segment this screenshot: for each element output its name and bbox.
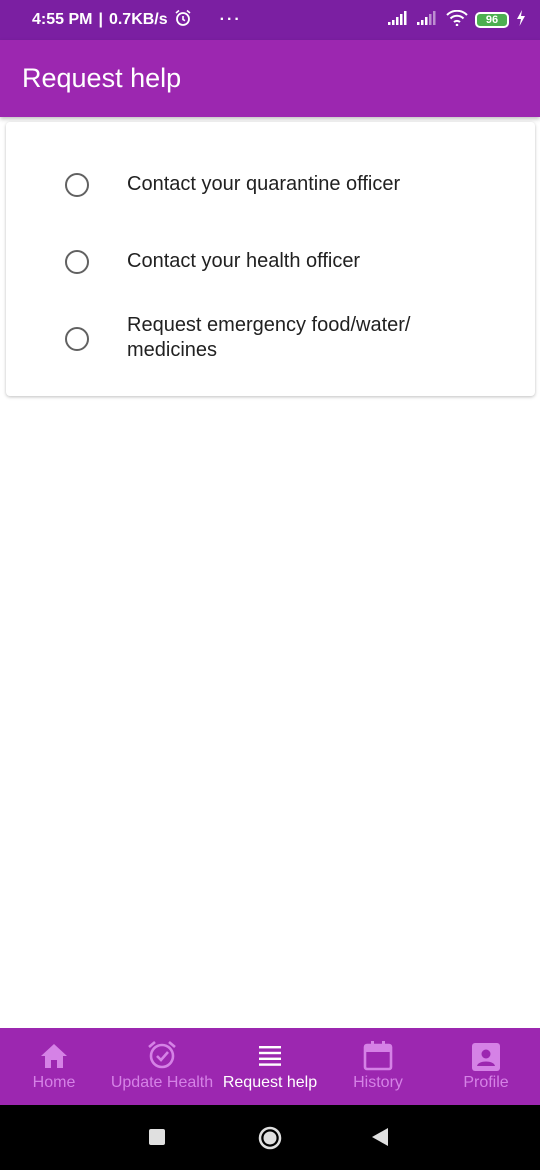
option-label: Contact your quarantine officer [127, 173, 401, 195]
status-separator: | [98, 11, 103, 28]
app-bar: Request help [0, 40, 540, 117]
nav-item-history[interactable]: History [324, 1028, 432, 1105]
help-options-card: Contact your quarantine officer Contact … [6, 122, 535, 396]
nav-label: Home [32, 1074, 76, 1091]
signal-icon [388, 10, 410, 30]
page-title: Request help [22, 63, 182, 93]
option-contact-health-officer[interactable]: Contact your health officer [6, 249, 535, 275]
radio-button[interactable] [65, 250, 89, 274]
battery-icon: 96 [475, 12, 509, 28]
home-icon [39, 1042, 69, 1075]
more-notifications-icon: ··· [219, 11, 242, 28]
nav-label: Profile [463, 1074, 509, 1091]
charging-icon [516, 9, 526, 31]
alarm-check-icon [147, 1040, 177, 1075]
back-button[interactable] [372, 1128, 388, 1151]
nav-item-home[interactable]: Home [0, 1028, 108, 1105]
signal-secondary-icon [417, 10, 439, 30]
list-icon [259, 1046, 281, 1071]
nav-label: Request help [222, 1074, 318, 1091]
nav-item-request-help[interactable]: Request help [216, 1028, 324, 1105]
option-label: Request emergency food/water/ medicines [127, 314, 411, 361]
option-label: Contact your health officer [127, 250, 361, 272]
wifi-icon [446, 9, 468, 31]
status-time: 4:55 PM [32, 11, 93, 28]
status-network-speed: 0.7KB/s [108, 11, 168, 28]
nav-item-update-health[interactable]: Update Health [108, 1028, 216, 1105]
radio-button[interactable] [65, 327, 89, 351]
alarm-icon [174, 9, 192, 32]
radio-button[interactable] [65, 173, 89, 197]
recent-apps-button[interactable] [149, 1129, 165, 1145]
home-button[interactable] [258, 1126, 282, 1155]
calendar-icon [363, 1041, 393, 1076]
bottom-navigation: Home Update Health Request help History … [0, 1028, 540, 1105]
account-box-icon [472, 1043, 500, 1076]
nav-label: Update Health [110, 1074, 214, 1091]
system-navigation-bar [0, 1105, 540, 1170]
option-request-emergency-supplies[interactable]: Request emergency food/water/ medicines [6, 313, 535, 365]
status-bar: 4:55 PM | 0.7KB/s ··· 96 [0, 0, 540, 40]
nav-item-profile[interactable]: Profile [432, 1028, 540, 1105]
nav-label: History [353, 1074, 403, 1091]
option-contact-quarantine-officer[interactable]: Contact your quarantine officer [6, 172, 535, 198]
